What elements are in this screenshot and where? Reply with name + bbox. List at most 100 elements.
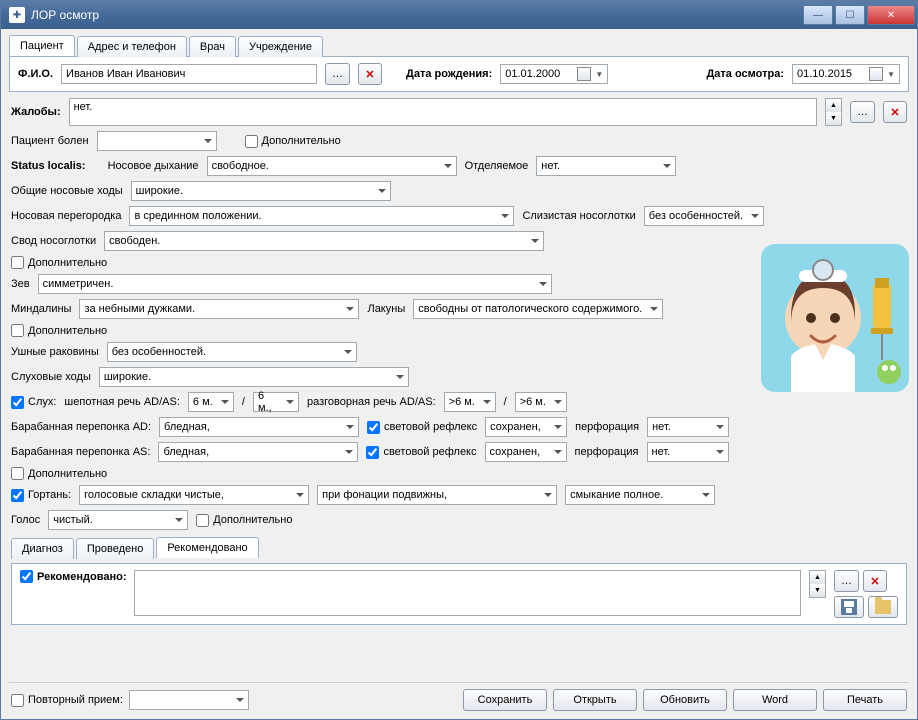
tonsils-select[interactable]: за небными дужками.: [79, 299, 359, 319]
fio-input[interactable]: [61, 64, 317, 84]
app-icon: ✚: [9, 7, 25, 23]
tab-recommended[interactable]: Рекомендовано: [156, 537, 258, 558]
lacunae-label: Лакуны: [367, 303, 405, 315]
additional-4-checkbox[interactable]: Дополнительно: [11, 467, 107, 480]
repeat-visit-checkbox[interactable]: Повторный прием:: [11, 694, 123, 707]
hearing-checkbox[interactable]: Слух:: [11, 396, 56, 409]
phonation-select[interactable]: при фонации подвижны,: [317, 485, 557, 505]
recommended-save-button[interactable]: [834, 596, 864, 618]
mucosa-label: Слизистая носоглотки: [522, 210, 635, 222]
exam-date-field[interactable]: 01.10.2015 ▼: [792, 64, 900, 84]
ear-canals-label: Слуховые ходы: [11, 371, 91, 383]
patient-panel: Ф.И.О. … ✕ Дата рождения: 01.01.2000 ▼ Д…: [9, 56, 909, 92]
light-reflex-as-select[interactable]: сохранен,: [485, 442, 567, 462]
complaints-clear-button[interactable]: ✕: [883, 101, 907, 123]
septum-label: Носовая перегородка: [11, 210, 121, 222]
discharge-label: Отделяемое: [465, 160, 529, 172]
recommended-panel: Рекомендовано: ▲▼ … ✕: [11, 563, 907, 625]
calendar-icon: [869, 67, 883, 81]
calendar-icon: [577, 67, 591, 81]
fornix-label: Свод носоглотки: [11, 235, 96, 247]
complaints-spinner[interactable]: ▲▼: [825, 98, 842, 126]
fauces-select[interactable]: симметричен.: [38, 274, 552, 294]
recommended-browse-button[interactable]: …: [834, 570, 859, 592]
speech-label: разговорная речь AD/AS:: [307, 396, 436, 408]
refresh-button[interactable]: Обновить: [643, 689, 727, 711]
dob-value: 01.01.2000: [505, 68, 573, 80]
tab-institution[interactable]: Учреждение: [238, 36, 323, 57]
additional-1-checkbox[interactable]: Дополнительно: [245, 135, 341, 148]
fauces-label: Зев: [11, 278, 30, 290]
larynx-checkbox[interactable]: Гортань:: [11, 489, 71, 502]
repeat-visit-select[interactable]: [129, 690, 249, 710]
open-button[interactable]: Открыть: [553, 689, 637, 711]
eardrum-as-label: Барабанная перепонка AS:: [11, 446, 150, 458]
auricles-select[interactable]: без особенностей.: [107, 342, 357, 362]
eardrum-ad-label: Барабанная перепонка AD:: [11, 421, 151, 433]
complaints-browse-button[interactable]: …: [850, 101, 875, 123]
auricles-label: Ушные раковины: [11, 346, 99, 358]
close-window-button[interactable]: ✕: [867, 5, 915, 25]
dob-label: Дата рождения:: [406, 68, 492, 80]
status-localis-label: Status localis:: [11, 160, 86, 172]
slash-1: /: [242, 396, 245, 408]
speech-as-select[interactable]: >6 м.: [515, 392, 567, 412]
save-button[interactable]: Сохранить: [463, 689, 547, 711]
maximize-button[interactable]: ☐: [835, 5, 865, 25]
bottom-tabs: Диагноз Проведено Рекомендовано: [11, 537, 907, 558]
additional-5-checkbox[interactable]: Дополнительно: [196, 514, 292, 527]
vocal-folds-select[interactable]: голосовые складки чистые,: [79, 485, 309, 505]
save-icon: [841, 599, 857, 615]
additional-2-checkbox[interactable]: Дополнительно: [11, 256, 107, 269]
voice-label: Голос: [11, 514, 40, 526]
perforation-as-label: перфорация: [575, 446, 639, 458]
additional-3-checkbox[interactable]: Дополнительно: [11, 324, 107, 337]
light-reflex-as-checkbox[interactable]: световой рефлекс: [366, 446, 476, 459]
light-reflex-ad-select[interactable]: сохранен,: [485, 417, 567, 437]
recommended-folder-button[interactable]: [868, 596, 898, 618]
eardrum-as-select[interactable]: бледная,: [158, 442, 358, 462]
fornix-select[interactable]: свободен.: [104, 231, 544, 251]
mucosa-select[interactable]: без особенностей.: [644, 206, 764, 226]
fio-clear-button[interactable]: ✕: [358, 63, 382, 85]
fio-label: Ф.И.О.: [18, 68, 53, 80]
perforation-ad-select[interactable]: нет.: [647, 417, 729, 437]
titlebar: ✚ ЛОР осмотр — ☐ ✕: [1, 1, 917, 29]
tab-doctor[interactable]: Врач: [189, 36, 236, 57]
complaints-textarea[interactable]: нет.: [69, 98, 817, 126]
speech-ad-select[interactable]: >6 м.: [444, 392, 496, 412]
whisper-ad-select[interactable]: 6 м.: [188, 392, 234, 412]
septum-select[interactable]: в срединном положении.: [129, 206, 514, 226]
tab-performed[interactable]: Проведено: [76, 538, 154, 559]
nasal-breathing-select[interactable]: свободное.: [207, 156, 457, 176]
window-title: ЛОР осмотр: [31, 8, 803, 22]
minimize-button[interactable]: —: [803, 5, 833, 25]
perforation-ad-label: перфорация: [575, 421, 639, 433]
folder-icon: [875, 600, 891, 614]
patient-ill-select[interactable]: [97, 131, 217, 151]
whisper-as-select[interactable]: 6 м.,: [253, 392, 299, 412]
nasal-passages-select[interactable]: широкие.: [131, 181, 391, 201]
fio-browse-button[interactable]: …: [325, 63, 350, 85]
tab-diagnosis[interactable]: Диагноз: [11, 538, 74, 559]
recommended-textarea[interactable]: [134, 570, 801, 616]
voice-select[interactable]: чистый.: [48, 510, 188, 530]
tab-patient[interactable]: Пациент: [9, 35, 75, 56]
lacunae-select[interactable]: свободны от патологического содержимого.: [413, 299, 663, 319]
exam-date-label: Дата осмотра:: [706, 68, 784, 80]
recommended-checkbox[interactable]: Рекомендовано:: [20, 570, 126, 583]
tab-address[interactable]: Адрес и телефон: [77, 36, 187, 57]
patient-ill-label: Пациент болен: [11, 135, 89, 147]
discharge-select[interactable]: нет.: [536, 156, 676, 176]
tonsils-label: Миндалины: [11, 303, 71, 315]
recommended-clear-button[interactable]: ✕: [863, 570, 887, 592]
print-button[interactable]: Печать: [823, 689, 907, 711]
dob-field[interactable]: 01.01.2000 ▼: [500, 64, 608, 84]
ear-canals-select[interactable]: широкие.: [99, 367, 409, 387]
eardrum-ad-select[interactable]: бледная,: [159, 417, 359, 437]
light-reflex-ad-checkbox[interactable]: световой рефлекс: [367, 421, 477, 434]
perforation-as-select[interactable]: нет.: [647, 442, 729, 462]
recommended-spinner[interactable]: ▲▼: [809, 570, 826, 598]
word-button[interactable]: Word: [733, 689, 817, 711]
closure-select[interactable]: смыкание полное.: [565, 485, 715, 505]
